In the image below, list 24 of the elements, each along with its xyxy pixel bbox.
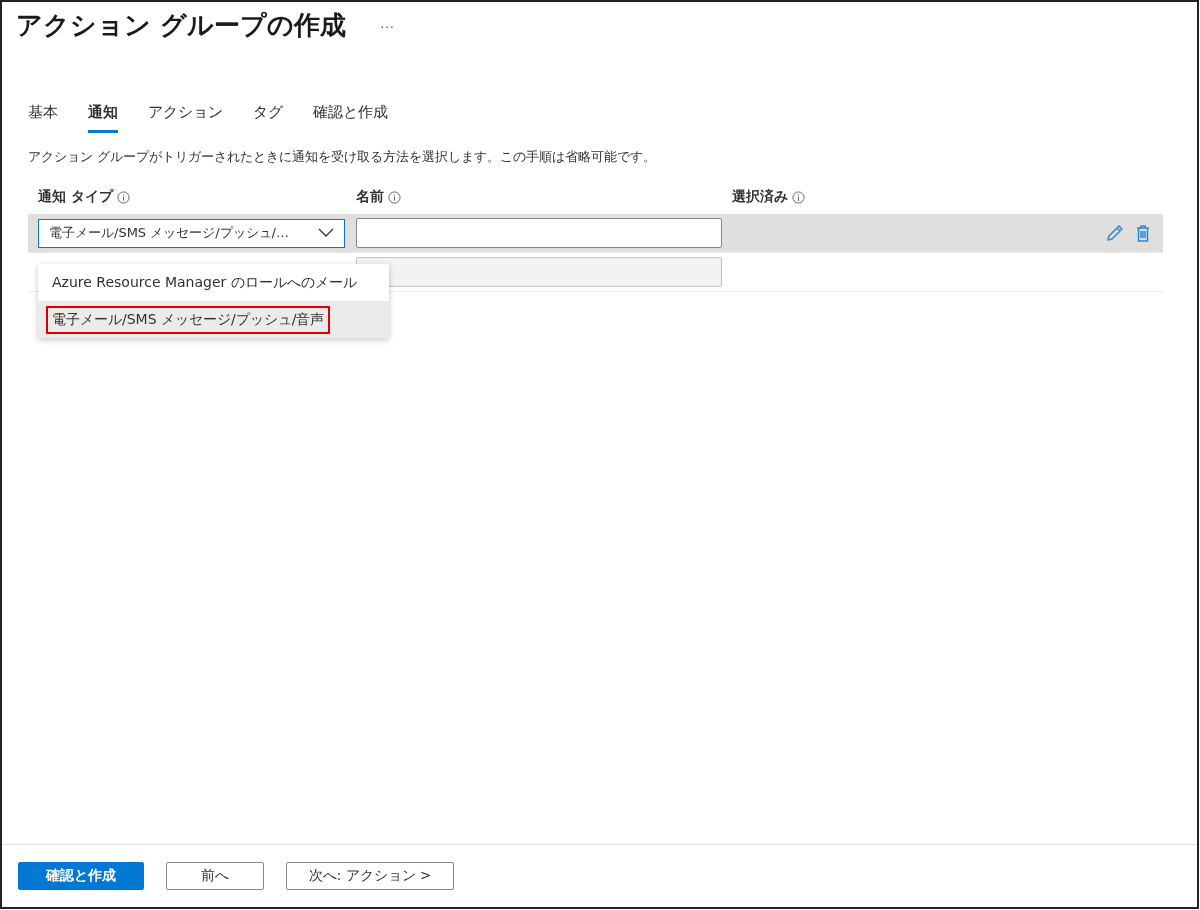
nav-button[interactable]: 次へ: アクション > xyxy=(286,862,454,890)
edit-icon[interactable] xyxy=(1105,223,1125,243)
highlight-box: 電子メール/SMS メッセージ/プッシュ/音声 xyxy=(46,305,331,334)
dropdown-option[interactable]: Azure Resource Manager のロールへのメール xyxy=(38,264,389,301)
name-field[interactable] xyxy=(356,218,722,248)
nav-button[interactable]: 前へ xyxy=(166,862,264,890)
page-title: アクション グループの作成 xyxy=(16,9,347,42)
info-icon[interactable] xyxy=(792,190,805,204)
column-header: 通知 タイプ xyxy=(38,188,113,206)
tab[interactable]: アクション xyxy=(148,103,223,133)
dropdown-option[interactable]: 電子メール/SMS メッセージ/プッシュ/音声 xyxy=(38,301,389,338)
notification-type-dropdown[interactable]: 電子メール/SMS メッセージ/プッシュ/… xyxy=(38,218,345,248)
column-header: 名前 xyxy=(356,188,384,206)
info-icon[interactable] xyxy=(116,190,130,204)
info-icon[interactable] xyxy=(388,190,401,204)
description-text: アクション グループがトリガーされたときに通知を受け取る方法を選択します。この手順は省略可能です。 xyxy=(28,149,657,166)
tab[interactable]: 確認と作成 xyxy=(313,103,388,133)
tab[interactable]: タグ xyxy=(253,103,283,133)
review-create-button[interactable]: 確認と作成 xyxy=(18,862,144,890)
tab[interactable]: 通知 xyxy=(88,103,118,133)
more-button[interactable]: ··· xyxy=(374,16,401,35)
chevron-down-icon xyxy=(318,228,334,238)
column-header: 選択済み xyxy=(732,188,788,206)
tab[interactable]: 基本 xyxy=(28,103,58,133)
